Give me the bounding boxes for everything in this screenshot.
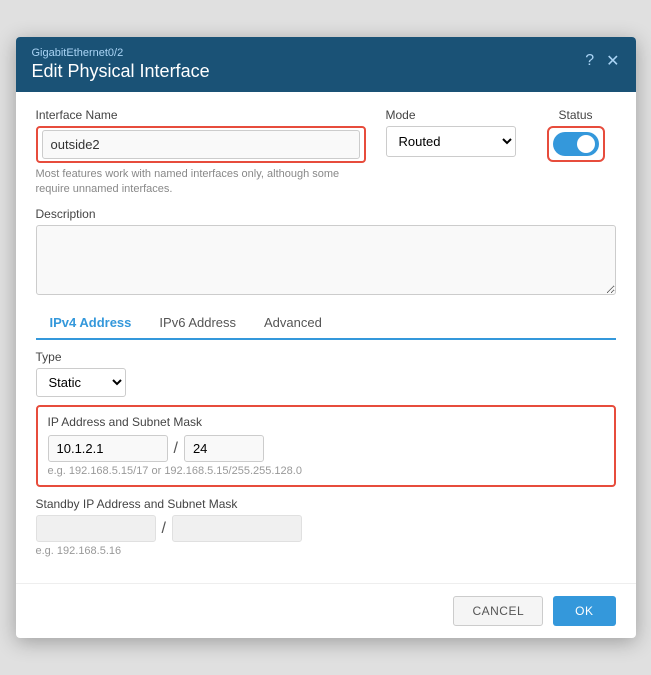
status-label: Status	[558, 108, 592, 122]
mode-label: Mode	[386, 108, 516, 122]
standby-row: /	[36, 515, 616, 542]
ip-section-label: IP Address and Subnet Mask	[48, 415, 604, 429]
standby-hint: e.g. 192.168.5.16	[36, 545, 616, 557]
standby-slash: /	[162, 520, 166, 538]
dialog-subtitle: GigabitEthernet0/2	[32, 47, 210, 59]
type-label: Type	[36, 350, 616, 364]
help-icon[interactable]: ?	[585, 52, 594, 70]
dialog-title: Edit Physical Interface	[32, 61, 210, 82]
status-group: Status	[536, 108, 616, 162]
description-group: Description	[36, 207, 616, 295]
tabs-container: IPv4 Address IPv6 Address Advanced	[36, 307, 616, 340]
slash-separator: /	[174, 440, 178, 458]
mode-select[interactable]: Routed Transparent Passive	[386, 126, 516, 157]
interface-name-input[interactable]	[42, 130, 360, 159]
type-select[interactable]: Static DHCP PPPoE	[36, 368, 126, 397]
ok-button[interactable]: OK	[553, 596, 615, 626]
interface-name-wrapper	[36, 126, 366, 163]
toggle-slider	[553, 132, 599, 156]
standby-ip-input[interactable]	[36, 515, 156, 542]
top-row: Interface Name Most features work with n…	[36, 108, 616, 198]
standby-label: Standby IP Address and Subnet Mask	[36, 497, 616, 511]
description-label: Description	[36, 207, 616, 221]
ip-row: /	[48, 435, 604, 462]
dialog-body: Interface Name Most features work with n…	[16, 92, 636, 574]
cancel-button[interactable]: CANCEL	[453, 596, 543, 626]
dialog-footer: CANCEL OK	[16, 583, 636, 638]
status-toggle[interactable]	[553, 132, 599, 156]
close-icon[interactable]: ✕	[606, 51, 619, 71]
description-textarea[interactable]	[36, 225, 616, 295]
type-group: Type Static DHCP PPPoE	[36, 350, 616, 397]
edit-physical-interface-dialog: GigabitEthernet0/2 Edit Physical Interfa…	[16, 37, 636, 639]
interface-name-group: Interface Name Most features work with n…	[36, 108, 366, 198]
mode-group: Mode Routed Transparent Passive	[386, 108, 516, 157]
standby-subnet-input[interactable]	[172, 515, 302, 542]
ip-address-section: IP Address and Subnet Mask / e.g. 192.16…	[36, 405, 616, 487]
standby-group: Standby IP Address and Subnet Mask / e.g…	[36, 497, 616, 557]
tab-ipv6-address[interactable]: IPv6 Address	[145, 307, 250, 338]
header-title-group: GigabitEthernet0/2 Edit Physical Interfa…	[32, 47, 210, 82]
interface-name-hint: Most features work with named interfaces…	[36, 167, 366, 198]
dialog-header: GigabitEthernet0/2 Edit Physical Interfa…	[16, 37, 636, 92]
interface-name-label: Interface Name	[36, 108, 366, 122]
status-toggle-container	[547, 126, 605, 162]
tab-advanced[interactable]: Advanced	[250, 307, 336, 338]
ip-address-input[interactable]	[48, 435, 168, 462]
tab-ipv4-address[interactable]: IPv4 Address	[36, 307, 146, 340]
subnet-mask-input[interactable]	[184, 435, 264, 462]
header-icons: ? ✕	[585, 51, 619, 71]
ip-hint: e.g. 192.168.5.15/17 or 192.168.5.15/255…	[48, 465, 604, 477]
